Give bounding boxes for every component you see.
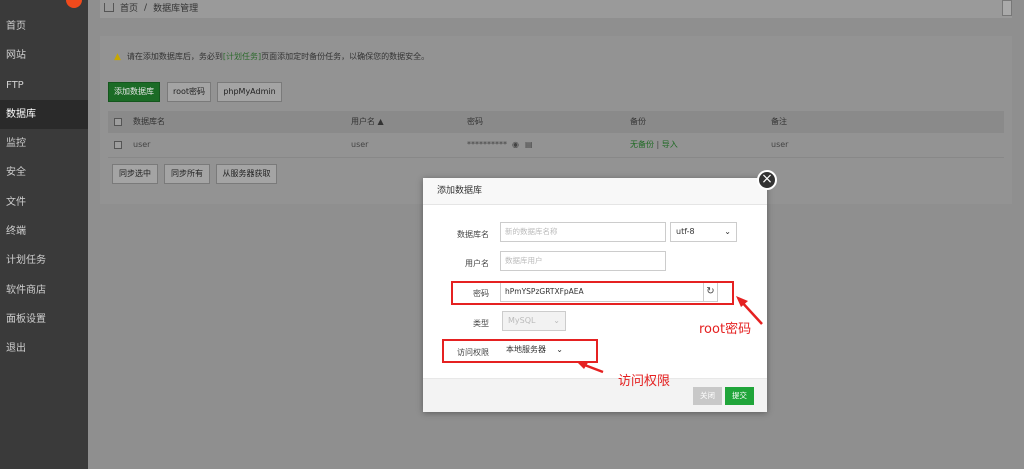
annotation-root-password: root密码 <box>699 322 752 337</box>
annotation-access: 访问权限 <box>618 374 671 389</box>
annotation-arrows <box>576 296 763 374</box>
